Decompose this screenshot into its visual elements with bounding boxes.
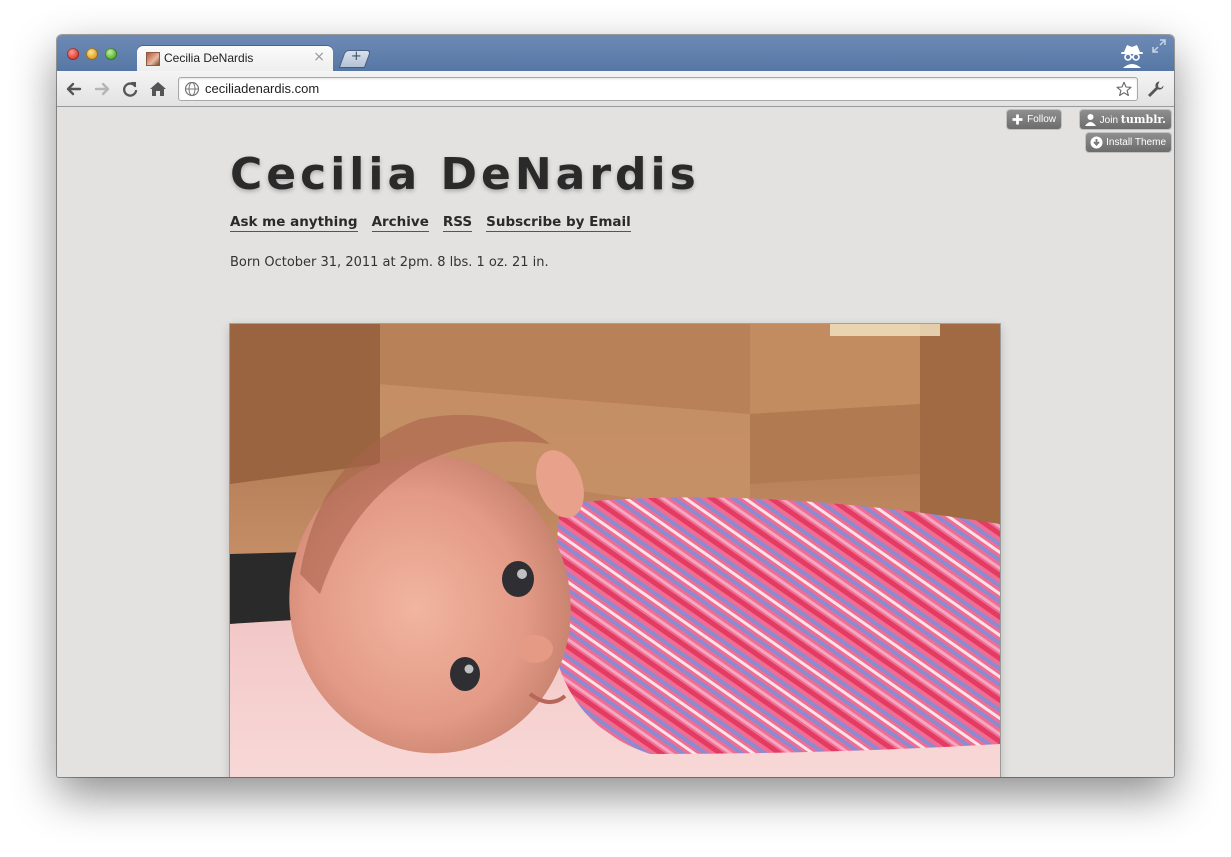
browser-tab[interactable]: Cecilia DeNardis × (137, 46, 333, 71)
plus-icon: + (350, 49, 362, 64)
reload-icon[interactable] (120, 79, 140, 99)
follow-button[interactable]: Follow (1007, 110, 1061, 129)
follow-label: Follow (1027, 114, 1056, 125)
browser-toolbar: ceciliadenardis.com (57, 71, 1174, 107)
zoom-window-button[interactable] (105, 48, 117, 60)
nav-subscribe-link[interactable]: Subscribe by Email (486, 214, 631, 232)
blog-nav: Ask me anything Archive RSS Subscribe by… (230, 214, 631, 232)
forward-arrow-icon[interactable] (92, 79, 112, 99)
fullscreen-icon[interactable] (1152, 39, 1166, 53)
back-arrow-icon[interactable] (64, 79, 84, 99)
minimize-window-button[interactable] (86, 48, 98, 60)
url-text[interactable]: ceciliadenardis.com (205, 81, 319, 96)
download-icon (1090, 136, 1103, 149)
incognito-icon (1121, 45, 1143, 68)
favicon-icon (146, 52, 160, 66)
nav-ask-link[interactable]: Ask me anything (230, 214, 358, 232)
wrench-icon[interactable] (1145, 79, 1165, 99)
star-icon[interactable] (1116, 81, 1132, 97)
address-bar[interactable]: ceciliadenardis.com (178, 77, 1138, 101)
window-controls (67, 48, 117, 60)
tab-close-icon[interactable]: × (313, 49, 325, 65)
tab-strip: Cecilia DeNardis × + (57, 35, 1174, 71)
post-photo[interactable] (230, 324, 1000, 777)
new-tab-button[interactable]: + (340, 49, 370, 67)
install-theme-button[interactable]: Install Theme (1086, 133, 1171, 152)
plus-icon (1012, 114, 1023, 125)
nav-archive-link[interactable]: Archive (371, 214, 429, 232)
nav-rss-link[interactable]: RSS (442, 214, 473, 232)
home-icon[interactable] (148, 79, 168, 99)
tab-title: Cecilia DeNardis (164, 51, 254, 65)
install-theme-label: Install Theme (1106, 137, 1166, 148)
browser-window: Cecilia DeNardis × + ceciliadenardis.com… (57, 35, 1174, 777)
globe-icon (184, 81, 200, 97)
blog-title[interactable]: Cecilia DeNardis (230, 149, 700, 200)
page-viewport: Follow Join tumblr. Install Theme Cecili… (57, 107, 1174, 777)
tumblr-logo-text: tumblr. (1120, 113, 1166, 126)
user-icon (1084, 114, 1096, 126)
join-tumblr-button[interactable]: Join tumblr. (1079, 110, 1171, 129)
join-label: Join (1099, 115, 1119, 126)
blog-description: Born October 31, 2011 at 2pm. 8 lbs. 1 o… (230, 255, 549, 270)
close-window-button[interactable] (67, 48, 79, 60)
